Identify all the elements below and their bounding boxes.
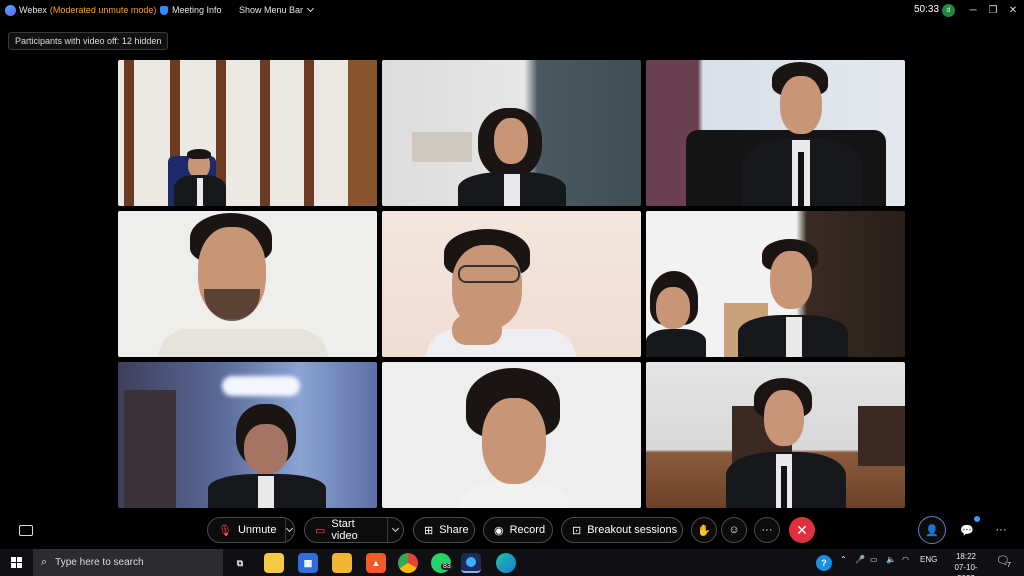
video-off-icon: ▭ — [315, 524, 326, 537]
unmute-options-dropdown[interactable] — [284, 518, 295, 542]
task-view-icon[interactable]: ⧉ — [230, 553, 250, 573]
mode-label: (Moderated unmute mode) — [49, 5, 157, 15]
meeting-timer: 50:33 — [914, 4, 940, 15]
tile-background — [118, 60, 377, 206]
chat-unread-dot — [974, 516, 980, 522]
video-tile[interactable] — [646, 60, 905, 206]
shield-icon — [160, 5, 168, 15]
file-explorer-icon[interactable] — [332, 553, 352, 573]
whatsapp-badge: 83 — [441, 563, 453, 570]
chrome-icon[interactable] — [398, 553, 418, 573]
search-placeholder: Type here to search — [55, 557, 144, 568]
volume-icon[interactable]: 🔈 — [886, 555, 896, 564]
minimize-icon[interactable]: ─ — [966, 3, 980, 17]
chevron-down-icon — [391, 524, 399, 533]
notification-count: 7 — [1007, 562, 1011, 569]
search-icon: ⌕ — [41, 556, 48, 568]
video-tile[interactable] — [382, 60, 641, 206]
sticky-notes-icon[interactable] — [264, 553, 284, 573]
wifi-icon[interactable]: ◠ — [902, 555, 909, 564]
breakout-icon: ⊡ — [572, 524, 582, 537]
webex-taskbar-icon[interactable] — [461, 553, 481, 573]
help-icon[interactable]: ? — [816, 555, 832, 571]
record-button[interactable]: ◉ Record — [483, 517, 553, 543]
windows-taskbar: ⌕ Type here to search ⧉ ▦ ▲ 83 ? ⌃ 🎤 ▭ 🔈… — [0, 549, 1024, 576]
clock-date: 07-10-2023 — [954, 563, 978, 576]
close-icon[interactable]: ✕ — [1006, 3, 1020, 17]
more-icon: ··· — [761, 524, 773, 536]
brave-icon[interactable]: ▲ — [366, 553, 386, 573]
tray-expand-icon[interactable]: ⌃ — [840, 555, 847, 564]
app-title: Webex (Moderated unmute mode) — [19, 5, 156, 15]
start-video-label: Start video — [331, 518, 358, 542]
breakout-label: Breakout sessions — [587, 524, 678, 536]
mic-muted-icon: 🎙 — [218, 524, 232, 537]
windows-start-icon[interactable] — [11, 557, 22, 568]
participants-button[interactable]: 👤 — [918, 516, 946, 544]
webex-logo-icon — [5, 5, 16, 16]
show-menu-bar-label: Show Menu Bar — [239, 5, 304, 15]
avatar[interactable]: d — [942, 4, 955, 17]
overflow-menu-button[interactable]: ··· — [988, 517, 1014, 543]
chat-panel-icon[interactable] — [19, 525, 33, 536]
title-bar: Webex (Moderated unmute mode) Meeting Inf… — [0, 0, 1024, 22]
battery-icon[interactable]: ▭ — [870, 555, 878, 564]
share-label: Share — [439, 524, 469, 536]
video-options-dropdown[interactable] — [386, 518, 403, 542]
mic-tray-icon[interactable]: 🎤 — [855, 555, 865, 564]
restore-icon[interactable]: ❐ — [986, 3, 1000, 17]
leave-meeting-button[interactable]: ✕ — [789, 517, 815, 543]
video-tile[interactable] — [118, 362, 377, 508]
more-icon: ··· — [995, 524, 1007, 536]
edge-icon[interactable] — [496, 553, 516, 573]
clock-time: 18:22 — [955, 552, 977, 561]
store-icon[interactable]: ▦ — [298, 553, 318, 573]
hand-icon: ✋ — [697, 524, 711, 537]
video-tile[interactable] — [118, 60, 377, 206]
leave-icon: ✕ — [796, 521, 808, 538]
share-button[interactable]: ⊞ Share — [413, 517, 475, 543]
unmute-label: Unmute — [237, 524, 277, 536]
reactions-button[interactable]: ☺ — [721, 517, 747, 543]
taskbar-clock[interactable]: 18:22 07-10-2023 — [946, 551, 986, 576]
meeting-info-button[interactable]: Meeting Info — [160, 5, 222, 15]
video-tile[interactable] — [382, 211, 641, 357]
video-tile[interactable] — [118, 211, 377, 357]
meeting-controls: 🎙 Unmute ▭ Start video ⊞ Share ◉ Record … — [0, 512, 1024, 548]
chat-icon: 💬 — [960, 524, 974, 537]
record-icon: ◉ — [494, 524, 504, 537]
breakout-sessions-button[interactable]: ⊡ Breakout sessions — [561, 517, 683, 543]
video-tile[interactable] — [382, 362, 641, 508]
share-icon: ⊞ — [424, 524, 434, 537]
video-tile[interactable] — [646, 211, 905, 357]
record-label: Record — [509, 524, 546, 536]
unmute-button[interactable]: 🎙 Unmute — [207, 517, 295, 543]
chevron-down-icon — [307, 4, 315, 13]
video-tile[interactable] — [646, 362, 905, 508]
raise-hand-button[interactable]: ✋ — [691, 517, 717, 543]
taskbar-search[interactable]: ⌕ Type here to search — [33, 549, 223, 576]
video-off-notice[interactable]: Participants with video off: 12 hidden — [8, 32, 169, 50]
participants-icon: 👤 — [925, 524, 939, 537]
language-indicator[interactable]: ENG — [920, 555, 937, 564]
app-name: Webex — [19, 5, 47, 15]
show-menu-bar-button[interactable]: Show Menu Bar — [239, 4, 315, 15]
reactions-icon: ☺ — [728, 524, 740, 536]
chevron-down-icon — [286, 524, 294, 533]
start-video-button[interactable]: ▭ Start video — [304, 517, 404, 543]
more-options-button[interactable]: ··· — [754, 517, 780, 543]
meeting-info-label: Meeting Info — [172, 5, 222, 15]
